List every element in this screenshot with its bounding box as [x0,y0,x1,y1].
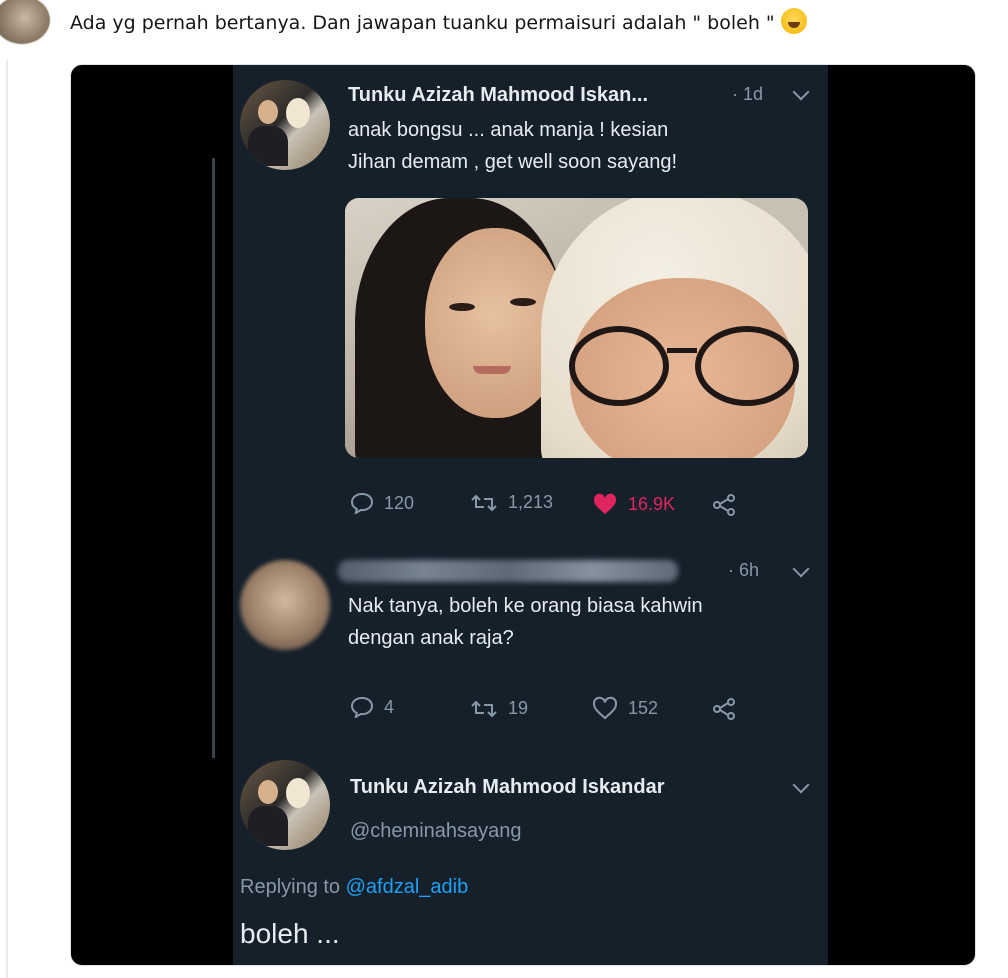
tweet-author-name[interactable]: Tunku Azizah Mahmood Iskan... [348,84,648,107]
tweet-handle[interactable]: @cheminahsayang [350,820,522,843]
tweet-text-line: dengan anak raja? [348,627,514,649]
retweet-button[interactable]: 1,213 [470,492,553,513]
tweet-text: boleh ... [240,918,340,949]
like-button[interactable]: 152 [592,696,658,720]
reply-button[interactable]: 4 [350,696,394,718]
blurred-user-avatar[interactable] [240,560,330,650]
face-with-tears-of-joy-icon [780,8,807,34]
poster-avatar[interactable] [0,0,50,44]
share-icon [713,698,735,720]
tweet-text-line: anak bongsu ... anak manja ! kesian [348,119,669,141]
tweet-author-name[interactable]: Tunku Azizah Mahmood Iskandar [350,776,664,799]
post-text-content: Ada yg pernah bertanya. Dan jawapan tuan… [70,12,775,34]
retweet-button[interactable]: 19 [470,698,528,719]
retweet-icon [471,494,497,511]
thread-line [6,60,8,978]
replying-to-line: Replying to @afdzal_adib [240,876,468,899]
reply-count: 120 [384,492,415,513]
reply-button[interactable]: 120 [350,492,414,514]
heart-outline-icon [592,696,618,720]
share-button[interactable] [712,494,736,516]
replying-to-mention[interactable]: @afdzal_adib [346,876,469,898]
author-avatar[interactable] [240,760,330,850]
reply-icon [350,696,374,718]
like-count: 16.9K [628,493,676,514]
reply-icon [350,492,374,514]
tweet-photo[interactable] [345,198,808,458]
reply-count: 4 [384,696,395,717]
tweet-timestamp[interactable]: · 6h [728,560,759,581]
like-count: 152 [628,697,659,718]
reply-thread-line [212,158,215,758]
share-icon [713,494,735,516]
retweet-count: 19 [508,698,529,718]
retweet-icon [471,700,497,717]
tweet-text-line: Jihan demam , get well soon sayang! [348,151,678,173]
replying-to-label: Replying to [240,876,341,898]
tweet-text: Nak tanya, boleh ke orang biasa kahwin d… [348,590,703,654]
post-text: Ada yg pernah bertanya. Dan jawapan tuan… [70,8,807,34]
blurred-username [338,560,678,582]
tweet-timestamp[interactable]: · 1d [732,84,763,105]
heart-filled-icon [593,493,617,514]
share-button[interactable] [712,698,736,720]
like-button[interactable]: 16.9K [592,492,675,516]
tweet-text: anak bongsu ... anak manja ! kesian Jiha… [348,114,677,178]
retweet-count: 1,213 [508,492,554,512]
tweet-text-line: Nak tanya, boleh ke orang biasa kahwin [348,595,703,617]
author-avatar[interactable] [240,80,330,170]
